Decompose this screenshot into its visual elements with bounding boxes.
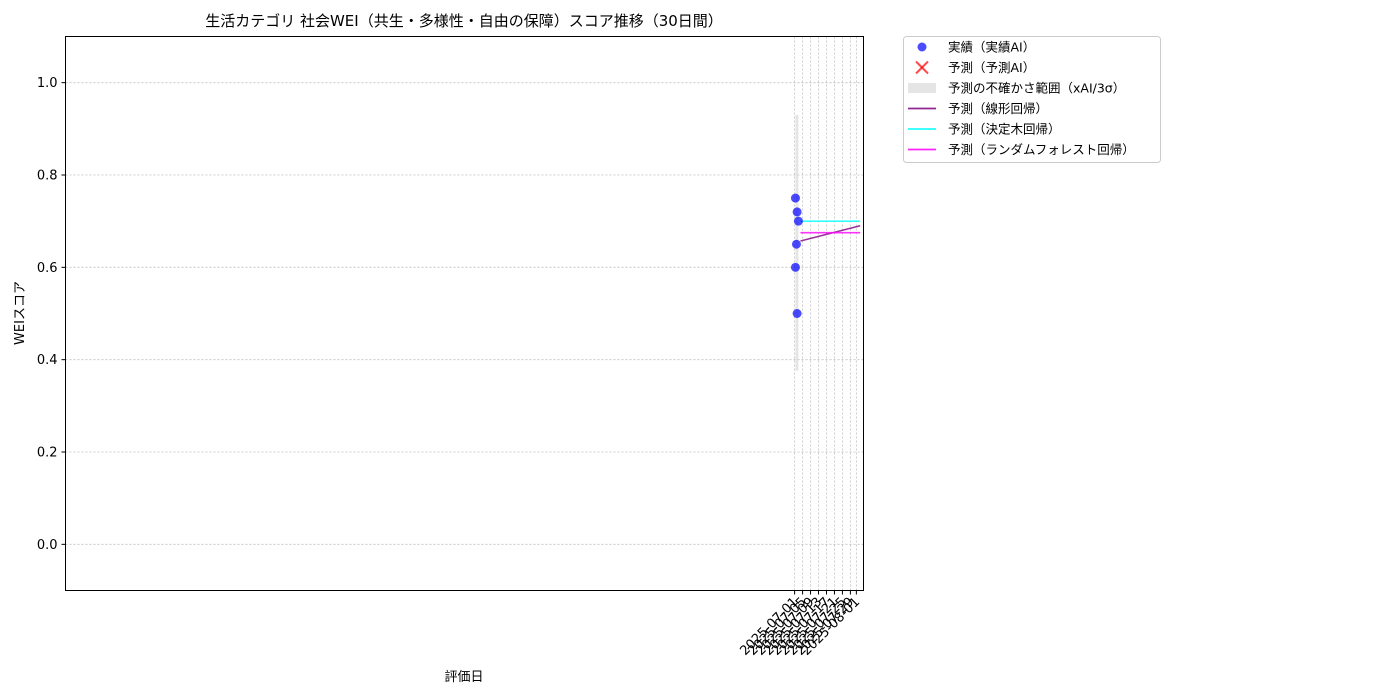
x-axis-label: 評価日 [444,670,483,685]
legend-marker-actual [917,42,927,52]
grid [65,36,864,591]
y-tick-label: 0.6 [37,261,58,276]
y-tick-label: 0.4 [37,353,58,368]
y-axis: 0.0 0.2 0.4 0.6 0.8 1.0 [37,76,66,553]
actual-point [791,239,801,249]
chart-title: 生活カテゴリ 社会WEI（共生・多様性・自由の保障）スコア推移（30日間） [205,12,723,30]
chart-canvas: 生活カテゴリ 社会WEI（共生・多様性・自由の保障）スコア推移（30日間） 20… [13,12,1161,685]
actual-point [793,216,803,226]
actual-point [790,262,800,272]
actual-point [792,207,802,217]
legend-marker-band [908,83,936,93]
legend: 実績（実績AI） 予測（予測AI） 予測の不確かさ範囲（xAI/3σ） 予測（線形回帰… [903,36,1161,163]
y-tick-label: 0.8 [37,169,58,184]
legend-label: 予測（線形回帰） [948,101,1048,116]
y-tick-label: 0.0 [37,538,58,553]
y-tick-label: 1.0 [37,76,58,91]
y-tick-label: 0.2 [37,446,58,461]
plot-area [790,114,861,371]
legend-label: 予測（予測AI） [948,60,1035,75]
legend-label: 予測（決定木回帰） [948,122,1061,137]
actual-point [792,309,802,318]
legend-label: 予測の不確かさ範囲（xAI/3σ） [948,81,1125,96]
plot-frame [65,36,864,591]
x-axis: 2025-07-012025-07-052025-07-092025-07-13… [737,590,863,659]
actual-point [790,193,800,203]
legend-label: 予測（ランダムフォレスト回帰） [948,142,1135,157]
legend-label: 実績（実績AI） [948,40,1035,55]
y-axis-label: WEIスコア [13,281,28,345]
